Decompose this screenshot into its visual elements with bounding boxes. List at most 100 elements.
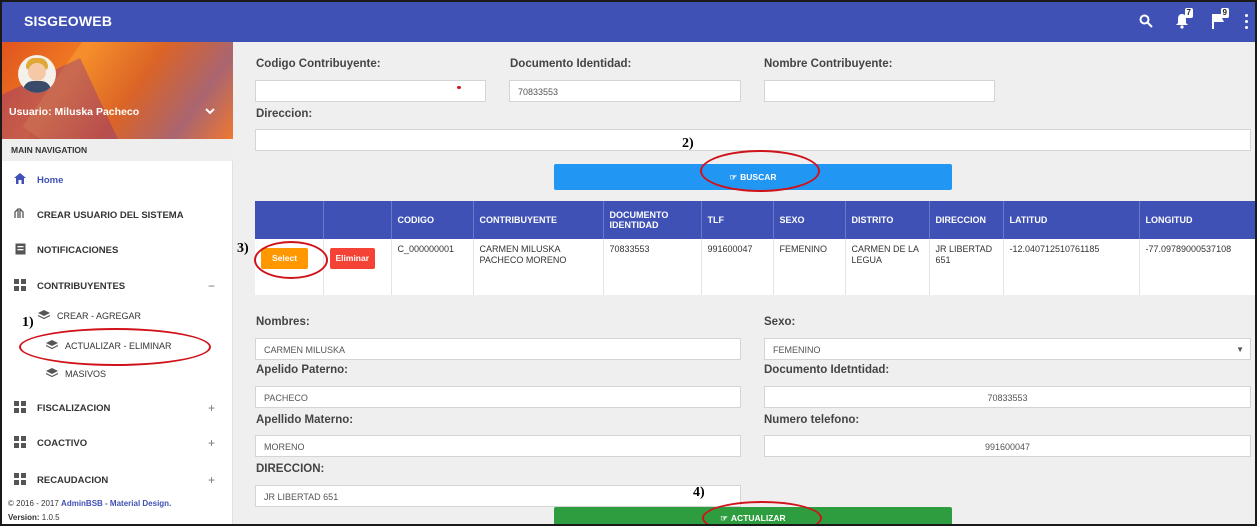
annotation-ring-3 [254,241,328,279]
sidebar-item-notificaciones[interactable]: NOTIFICACIONES [2,240,233,260]
telefono-label: Numero telefono: [764,414,860,426]
annotation-ring-2 [700,150,820,192]
direccion-edit-label: DIRECCION: [256,463,325,475]
table-header-row: CODIGO CONTRIBUYENTE DOCUMENTO IDENTIDAD… [255,201,1255,239]
annotation-label-1: 1) [22,315,34,330]
column-header-documento[interactable]: DOCUMENTO IDENTIDAD [603,201,702,239]
expand-icon[interactable]: + [208,473,215,487]
sidebar-item-contribuyentes[interactable]: CONTRIBUYENTES − [2,276,233,296]
grid-icon [11,278,29,294]
nav-header: MAIN NAVIGATION [2,139,233,161]
notifications-icon[interactable]: 7 [1171,8,1193,34]
column-header-latitud[interactable]: LATITUD [1003,201,1140,239]
telefono-input[interactable]: 991600047 [764,435,1251,457]
grid-icon [11,400,29,416]
sidebar-footer: © 2016 - 2017 AdminBSB - Material Design… [8,497,171,524]
caret-down-icon: ▼ [1236,345,1244,354]
footer-version: 1.0.5 [39,513,60,522]
paterno-input[interactable]: PACHECO [255,386,741,408]
sidebar-subitem-crear-agregar[interactable]: CREAR - AGREGAR [37,310,142,322]
more-vert-icon[interactable] [1243,13,1249,29]
sidebar-item-label: NOTIFICACIONES [37,244,119,256]
sexo-selected: FEMENINO [773,345,821,355]
sexo-label: Sexo: [764,316,796,328]
cell-direccion: JR LIBERTAD 651 [929,239,1004,295]
nombres-input[interactable]: CARMEN MILUSKA [255,338,741,360]
column-header-distrito[interactable]: DISTRITO [845,201,930,239]
sidebar-item-label: CREAR USUARIO DEL SISTEMA [37,209,184,221]
sidebar-item-label: COACTIVO [37,437,88,449]
materno-input[interactable]: MORENO [255,435,741,457]
topbar-actions: 7 9 [1135,8,1249,34]
notifications-doc-icon [11,243,29,258]
column-header [255,201,324,239]
grid-icon [11,472,29,488]
sidebar-item-fiscalizacion[interactable]: FISCALIZACION + [2,398,233,418]
results-table: CODIGO CONTRIBUYENTE DOCUMENTO IDENTIDAD… [255,201,1255,295]
sidebar-item-coactivo[interactable]: COACTIVO + [2,433,233,453]
chevron-down-icon[interactable] [205,104,215,118]
sidebar-item-label: RECAUDACION [37,474,109,486]
sidebar-subitem-masivos[interactable]: MASIVOS [45,368,106,380]
column-header-contribuyente[interactable]: CONTRIBUYENTE [473,201,604,239]
direccion-label: Direccion: [256,108,313,120]
layers-icon [45,368,59,380]
home-icon [11,173,29,187]
nombre-input[interactable] [764,80,995,102]
sidebar-item-recaudacion[interactable]: RECAUDACION + [2,470,233,490]
sidebar-item-label: FISCALIZACION [37,402,111,414]
documento-label: Documento Identidad: [510,58,632,70]
cell-documento: 70833553 [603,239,702,295]
sidebar-item-label: CONTRIBUYENTES [37,280,126,292]
footer-version-label: Version: [8,513,40,522]
column-header-tlf[interactable]: TLF [701,201,774,239]
annotation-label-3: 3) [237,241,249,256]
annotation-label-2: 2) [682,136,694,151]
column-header [323,201,392,239]
table-row: Select Eliminar C_000000001 CARMEN MILUS… [255,239,1255,295]
sidebar-subitem-label: CREAR - AGREGAR [57,311,142,321]
sidebar-item-crear-usuario[interactable]: CREAR USUARIO DEL SISTEMA [2,205,233,225]
search-icon[interactable] [1135,8,1157,34]
eliminar-cell: Eliminar [323,239,392,295]
expand-icon[interactable]: + [208,401,215,415]
expand-icon[interactable]: + [208,436,215,450]
flag-icon[interactable]: 9 [1207,8,1229,34]
column-header-sexo[interactable]: SEXO [773,201,846,239]
cell-longitud: -77.09789000537108 [1139,239,1255,295]
doc-input[interactable]: 70833553 [764,386,1251,408]
sexo-select[interactable]: FEMENINO ▼ [764,338,1251,360]
sidebar-item-home[interactable]: Home [2,170,233,190]
cell-codigo: C_000000001 [391,239,474,295]
materno-label: Apellido Materno: [256,414,354,426]
sidebar: Usuario: Miluska Pacheco MAIN NAVIGATION… [2,42,233,524]
red-dot-mark [457,86,461,89]
collapse-icon[interactable]: − [208,279,215,293]
cell-distrito: CARMEN DE LA LEGUA [845,239,930,295]
column-header-codigo[interactable]: CODIGO [391,201,474,239]
cell-tlf: 991600047 [701,239,774,295]
column-header-longitud[interactable]: LONGITUD [1139,201,1255,239]
column-header-direccion[interactable]: DIRECCION [929,201,1004,239]
top-navbar: SISGEOWEB 7 9 [2,2,1255,42]
app-brand[interactable]: SISGEOWEB [24,13,112,29]
cell-latitud: -12.040712510761185 [1003,239,1140,295]
footer-brand-link[interactable]: AdminBSB - Material Design. [61,499,171,508]
user-name: Usuario: Miluska Pacheco [9,106,140,118]
direccion-edit-input[interactable]: JR LIBERTAD 651 [255,485,741,507]
annotation-ring-1 [19,328,211,366]
grid-icon [11,435,29,451]
user-add-icon [11,207,29,222]
cell-contribuyente: CARMEN MILUSKA PACHECO MORENO [473,239,604,295]
codigo-input[interactable] [255,80,486,102]
codigo-label: Codigo Contribuyente: [256,58,381,70]
nombre-label: Nombre Contribuyente: [764,58,893,70]
documento-input[interactable]: 70833553 [509,80,741,102]
avatar [18,55,56,93]
flag-badge: 9 [1220,8,1229,18]
notifications-badge: 7 [1184,8,1193,18]
app-window: SISGEOWEB 7 9 Usuario: Miluska Pacheco M… [0,0,1257,526]
direccion-input[interactable] [255,129,1251,151]
nombres-label: Nombres: [256,316,310,328]
eliminar-button[interactable]: Eliminar [329,248,376,269]
